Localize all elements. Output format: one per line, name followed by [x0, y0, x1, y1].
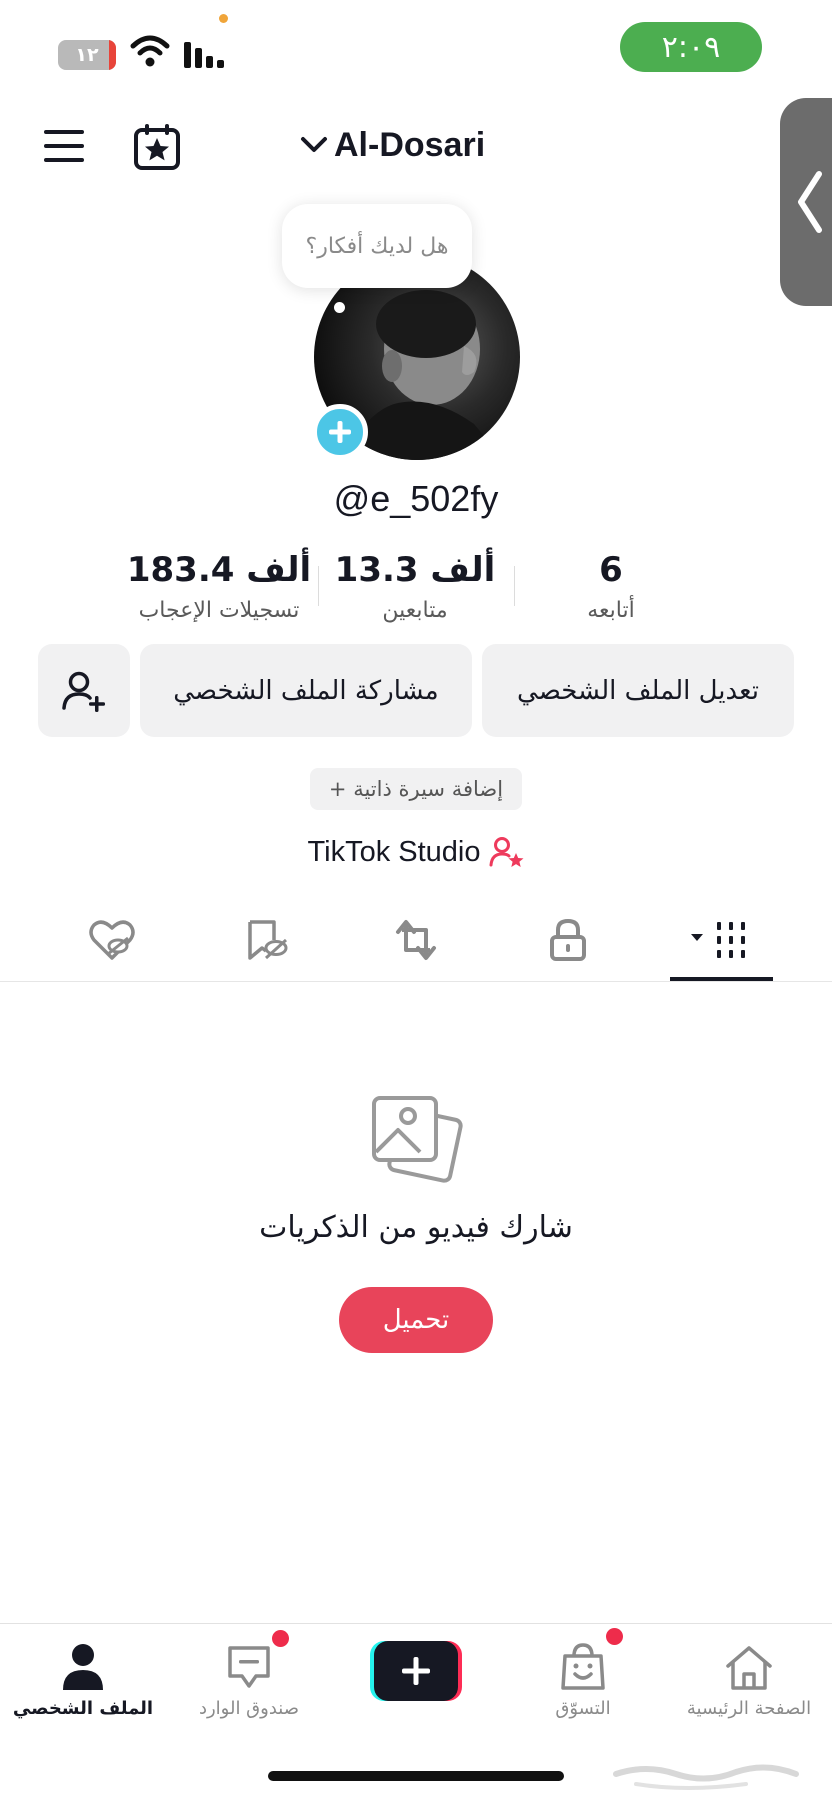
- dropdown-caret-icon: [691, 934, 703, 941]
- add-friend-button[interactable]: [38, 644, 130, 737]
- hidden-heart-icon: [89, 920, 135, 960]
- video-grid-icon: [691, 922, 745, 958]
- nav-home[interactable]: الصفحة الرئيسية: [666, 1630, 832, 1726]
- following-label: أتابعه: [587, 598, 635, 623]
- home-indicator[interactable]: [268, 1771, 564, 1781]
- edit-profile-label: تعديل الملف الشخصي: [517, 675, 759, 706]
- nav-inbox[interactable]: صندوق الوارد: [166, 1630, 332, 1726]
- user-star-icon: [489, 837, 523, 867]
- stat-divider: [514, 566, 515, 606]
- menu-button[interactable]: [42, 126, 86, 170]
- nav-shop[interactable]: التسوّق: [500, 1628, 666, 1726]
- create-plus-icon: [370, 1641, 462, 1701]
- shopping-bag-icon: [561, 1643, 605, 1690]
- studio-label: TikTok Studio: [307, 835, 481, 868]
- nav-home-label: الصفحة الرئيسية: [686, 1698, 812, 1719]
- followers-label: متابعين: [382, 598, 448, 623]
- side-panel-tab[interactable]: [780, 98, 832, 306]
- likes-count: 183.4 ألف: [126, 550, 312, 590]
- cellular-signal-icon: [182, 38, 228, 74]
- nav-profile-label: الملف الشخصي: [12, 1698, 154, 1719]
- calendar-button[interactable]: [132, 122, 182, 176]
- nav-inbox-label: صندوق الوارد: [198, 1698, 300, 1719]
- stat-followers[interactable]: 13.3 ألف متابعين: [320, 546, 510, 623]
- idea-prompt-text: هل لديك أفكار؟: [305, 233, 449, 259]
- share-profile-label: مشاركة الملف الشخصي: [173, 675, 439, 706]
- add-user-icon: [62, 671, 105, 712]
- nav-shop-label: التسوّق: [555, 1698, 611, 1719]
- profile-icon: [63, 1644, 103, 1690]
- followers-count: 13.3 ألف: [334, 550, 496, 590]
- battery-percent: ١٢: [75, 44, 99, 66]
- following-count: 6: [599, 550, 623, 590]
- account-name: Al-Dosari: [334, 125, 486, 164]
- photos-icon: [368, 1092, 464, 1188]
- plus-icon: [329, 421, 351, 443]
- edit-profile-button[interactable]: تعديل الملف الشخصي: [482, 644, 794, 737]
- add-bio-button[interactable]: + إضافة سيرة ذاتية: [310, 768, 522, 810]
- tiktok-studio-link[interactable]: TikTok Studio: [0, 830, 832, 874]
- tab-liked[interactable]: [62, 910, 162, 970]
- tab-private[interactable]: [518, 910, 618, 970]
- hidden-bookmark-icon: [248, 920, 288, 960]
- watermark-logo: [606, 1744, 806, 1794]
- chevron-left-icon: [798, 171, 822, 233]
- account-switcher[interactable]: Al-Dosari: [300, 120, 485, 170]
- shop-notification-dot: [606, 1628, 623, 1645]
- profile-handle: @e_502fy: [333, 478, 499, 519]
- tab-divider: [0, 981, 832, 982]
- empty-state-message: شارك فيديو من الذكريات: [259, 1210, 573, 1245]
- create-button[interactable]: [370, 1641, 462, 1701]
- upload-button[interactable]: تحميل: [339, 1287, 493, 1353]
- idea-bubble[interactable]: هل لديك أفكار؟: [282, 204, 472, 288]
- stat-likes[interactable]: 183.4 ألف تسجيلات الإعجاب: [124, 546, 314, 623]
- tab-videos[interactable]: [672, 910, 772, 970]
- upload-label: تحميل: [382, 1305, 450, 1335]
- lock-icon: [550, 918, 586, 961]
- share-profile-button[interactable]: مشاركة الملف الشخصي: [140, 644, 472, 737]
- calendar-star-icon: [134, 124, 180, 170]
- chevron-down-icon: [301, 137, 327, 152]
- bubble-tail-dot: [334, 302, 345, 313]
- repost-icon: [396, 920, 436, 960]
- nav-divider: [0, 1623, 832, 1624]
- add-avatar-button[interactable]: [312, 404, 368, 460]
- status-time: ٢:٠٩: [620, 22, 762, 72]
- stat-following[interactable]: 6 أتابعه: [516, 546, 706, 623]
- tab-reposts[interactable]: [366, 910, 466, 970]
- hamburger-menu-icon: [44, 130, 84, 162]
- stat-divider: [318, 566, 319, 606]
- add-bio-label: + إضافة سيرة ذاتية: [328, 777, 504, 801]
- recording-indicator-dot: [219, 14, 228, 23]
- home-icon: [726, 1646, 772, 1690]
- inbox-icon: [228, 1646, 270, 1688]
- nav-profile[interactable]: الملف الشخصي: [0, 1630, 166, 1726]
- tab-favorites[interactable]: [216, 910, 316, 970]
- likes-label: تسجيلات الإعجاب: [138, 598, 300, 623]
- inbox-notification-dot: [272, 1630, 289, 1647]
- battery-indicator: ١٢: [58, 40, 116, 70]
- wifi-icon: [130, 34, 170, 72]
